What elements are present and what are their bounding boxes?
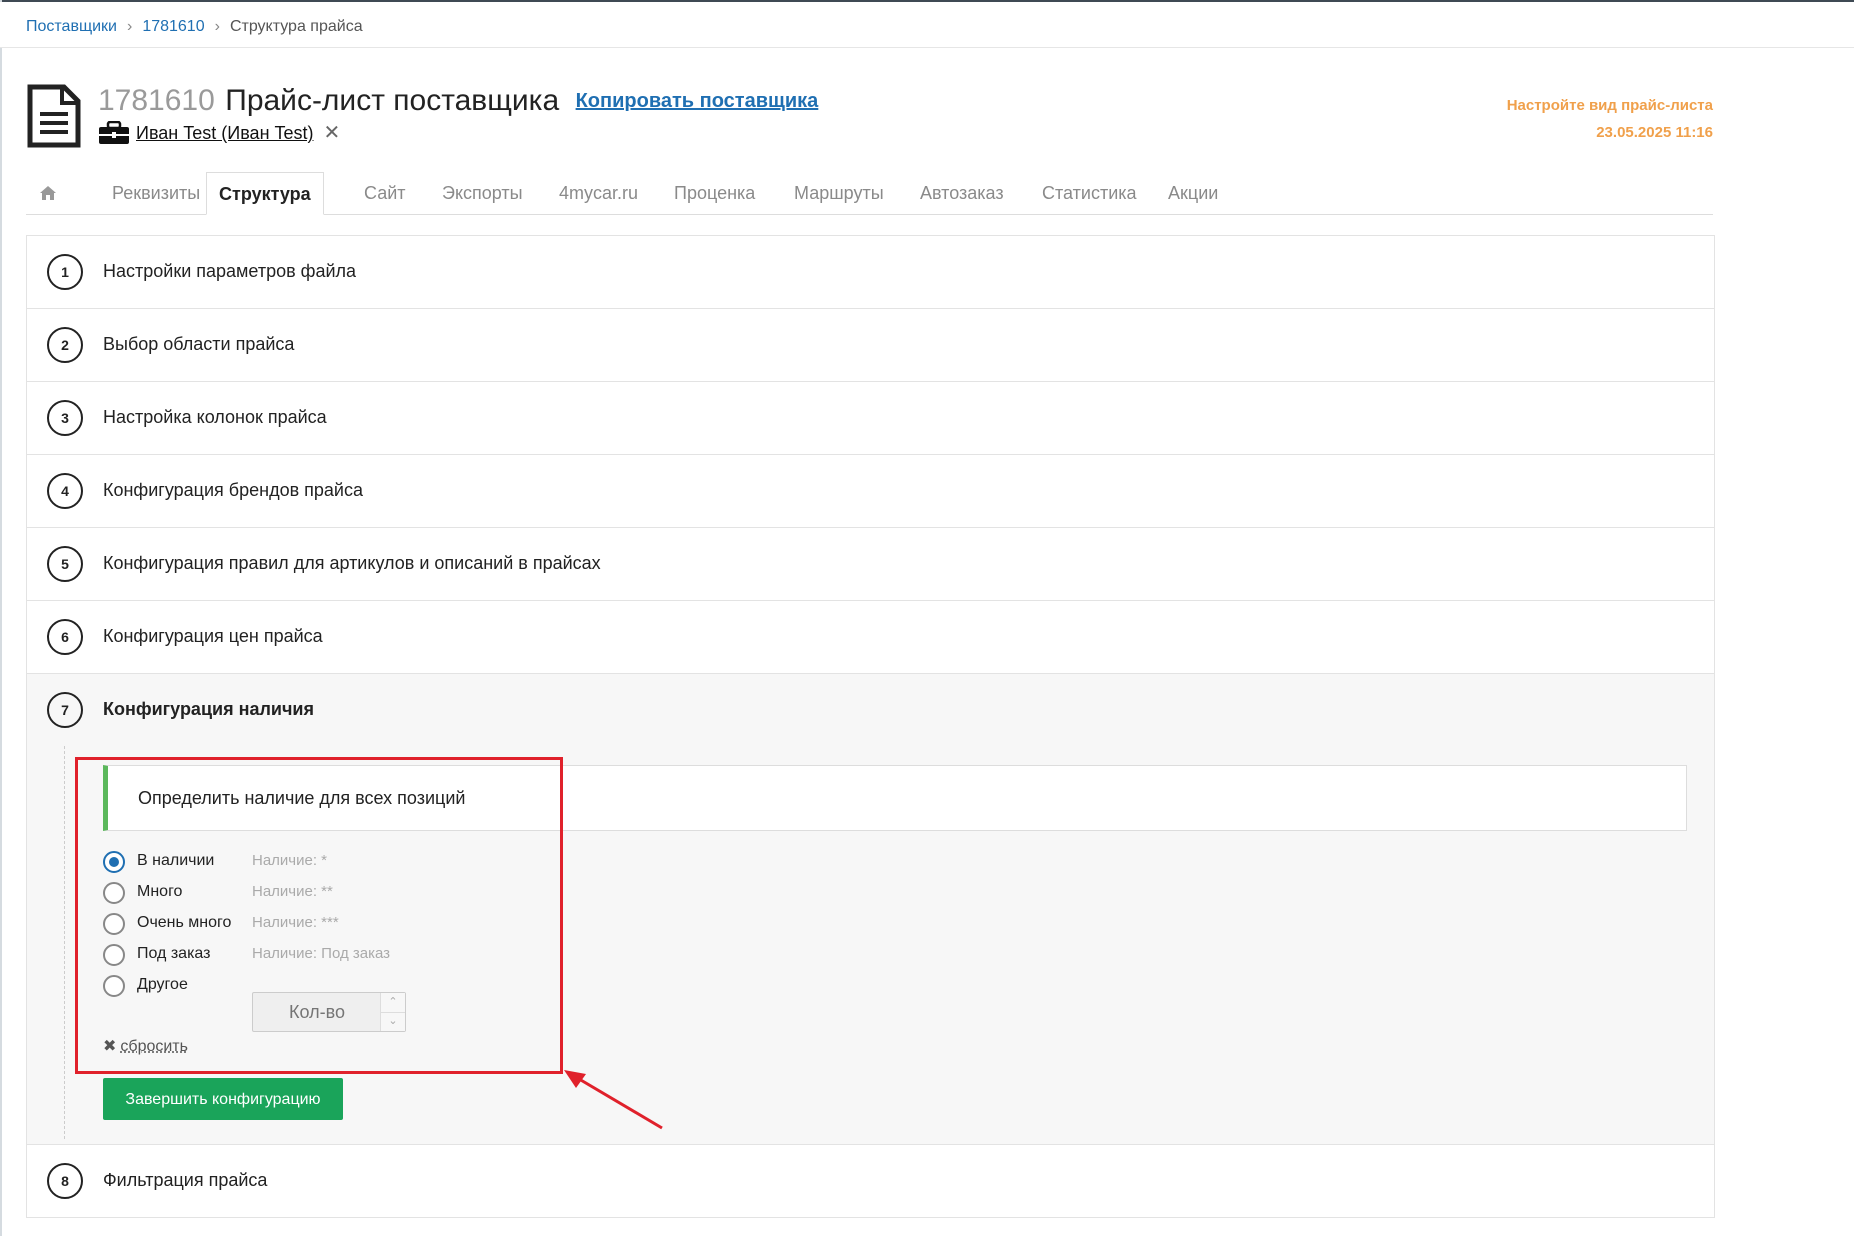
step-label: Настройка колонок прайса <box>103 407 327 427</box>
step-item[interactable]: 1 Настройки параметров файла <box>27 236 1714 309</box>
tab-site[interactable]: Сайт <box>352 172 418 214</box>
tab-statistics[interactable]: Статистика <box>1030 172 1149 214</box>
step-number: 6 <box>47 619 83 655</box>
briefcase-icon <box>99 121 129 144</box>
tab-exports[interactable]: Экспорты <box>430 172 535 214</box>
step-item[interactable]: 5 Конфигурация правил для артикулов и оп… <box>27 528 1714 601</box>
copy-supplier-link[interactable]: Копировать поставщика <box>576 90 819 112</box>
tabs-bar: Реквизиты Структура Сайт Экспорты 4mycar… <box>26 172 1713 215</box>
tab-home[interactable] <box>26 172 70 214</box>
breadcrumb-current: Структура прайса <box>229 18 363 35</box>
step-item[interactable]: 6 Конфигурация цен прайса <box>27 601 1714 674</box>
breadcrumb-separator-icon: › <box>126 18 133 35</box>
tab-pricing[interactable]: Проценка <box>662 172 767 214</box>
notice-text: Настройте вид прайс-листа <box>1506 97 1713 114</box>
tab-autoorder[interactable]: Автозаказ <box>908 172 1016 214</box>
breadcrumb-supplier-id-link[interactable]: 1781610 <box>142 18 204 35</box>
supplier-id: 1781610 <box>98 84 215 117</box>
step-label: Конфигурация цен прайса <box>103 626 323 646</box>
step-number: 1 <box>47 254 83 290</box>
step-item[interactable]: 4 Конфигурация брендов прайса <box>27 455 1714 528</box>
home-icon <box>40 186 56 200</box>
tab-routes[interactable]: Маршруты <box>782 172 896 214</box>
remove-user-icon[interactable]: ✕ <box>324 122 341 144</box>
annotation-highlight-box <box>75 757 563 1074</box>
notice-date: 23.05.2025 11:16 <box>1596 124 1713 141</box>
step-label: Фильтрация прайса <box>103 1170 268 1190</box>
step-item[interactable]: 8 Фильтрация прайса <box>27 1145 1714 1218</box>
tab-4mycar[interactable]: 4mycar.ru <box>547 172 650 214</box>
step-label: Настройки параметров файла <box>103 261 357 281</box>
step-label: Конфигурация правил для артикулов и опис… <box>103 553 601 573</box>
annotation-arrow-icon <box>564 1070 663 1130</box>
page-title-text: Прайс-лист поставщика <box>225 84 560 117</box>
tab-structure[interactable]: Структура <box>206 172 324 215</box>
step-number: 5 <box>47 546 83 582</box>
finish-configuration-button[interactable]: Завершить конфигурацию <box>103 1078 343 1120</box>
tab-promotions[interactable]: Акции <box>1156 172 1230 214</box>
window-left-border <box>0 0 2 1236</box>
step-label: Выбор области прайса <box>103 334 295 354</box>
price-notice: Настройте вид прайс-листа 23.05.2025 11:… <box>1507 92 1713 146</box>
breadcrumb: Поставщики › 1781610 › Структура прайса <box>26 18 363 36</box>
document-icon <box>27 84 81 148</box>
step-number: 7 <box>47 692 83 728</box>
breadcrumb-bar: Поставщики › 1781610 › Структура прайса <box>0 2 1854 48</box>
step-item[interactable]: 3 Настройка колонок прайса <box>27 382 1714 455</box>
step-item[interactable]: 2 Выбор области прайса <box>27 309 1714 382</box>
breadcrumb-separator-icon: › <box>214 18 220 35</box>
step-number: 2 <box>47 327 83 363</box>
step-connector <box>64 746 65 1139</box>
supplier-user-row: Иван Test (Иван Test) ✕ <box>98 120 340 145</box>
step-label: Конфигурация брендов прайса <box>103 480 363 500</box>
step-number: 3 <box>47 400 83 436</box>
breadcrumb-suppliers-link[interactable]: Поставщики <box>26 18 117 35</box>
tab-requisites[interactable]: Реквизиты <box>100 172 212 214</box>
supplier-user-link[interactable]: Иван Test (Иван Test) <box>136 123 314 143</box>
page-title: 1781610 Прайс-лист поставщика Копировать… <box>98 84 818 118</box>
step-number: 8 <box>47 1163 83 1199</box>
step-label[interactable]: Конфигурация наличия <box>103 699 314 720</box>
step-number: 4 <box>47 473 83 509</box>
